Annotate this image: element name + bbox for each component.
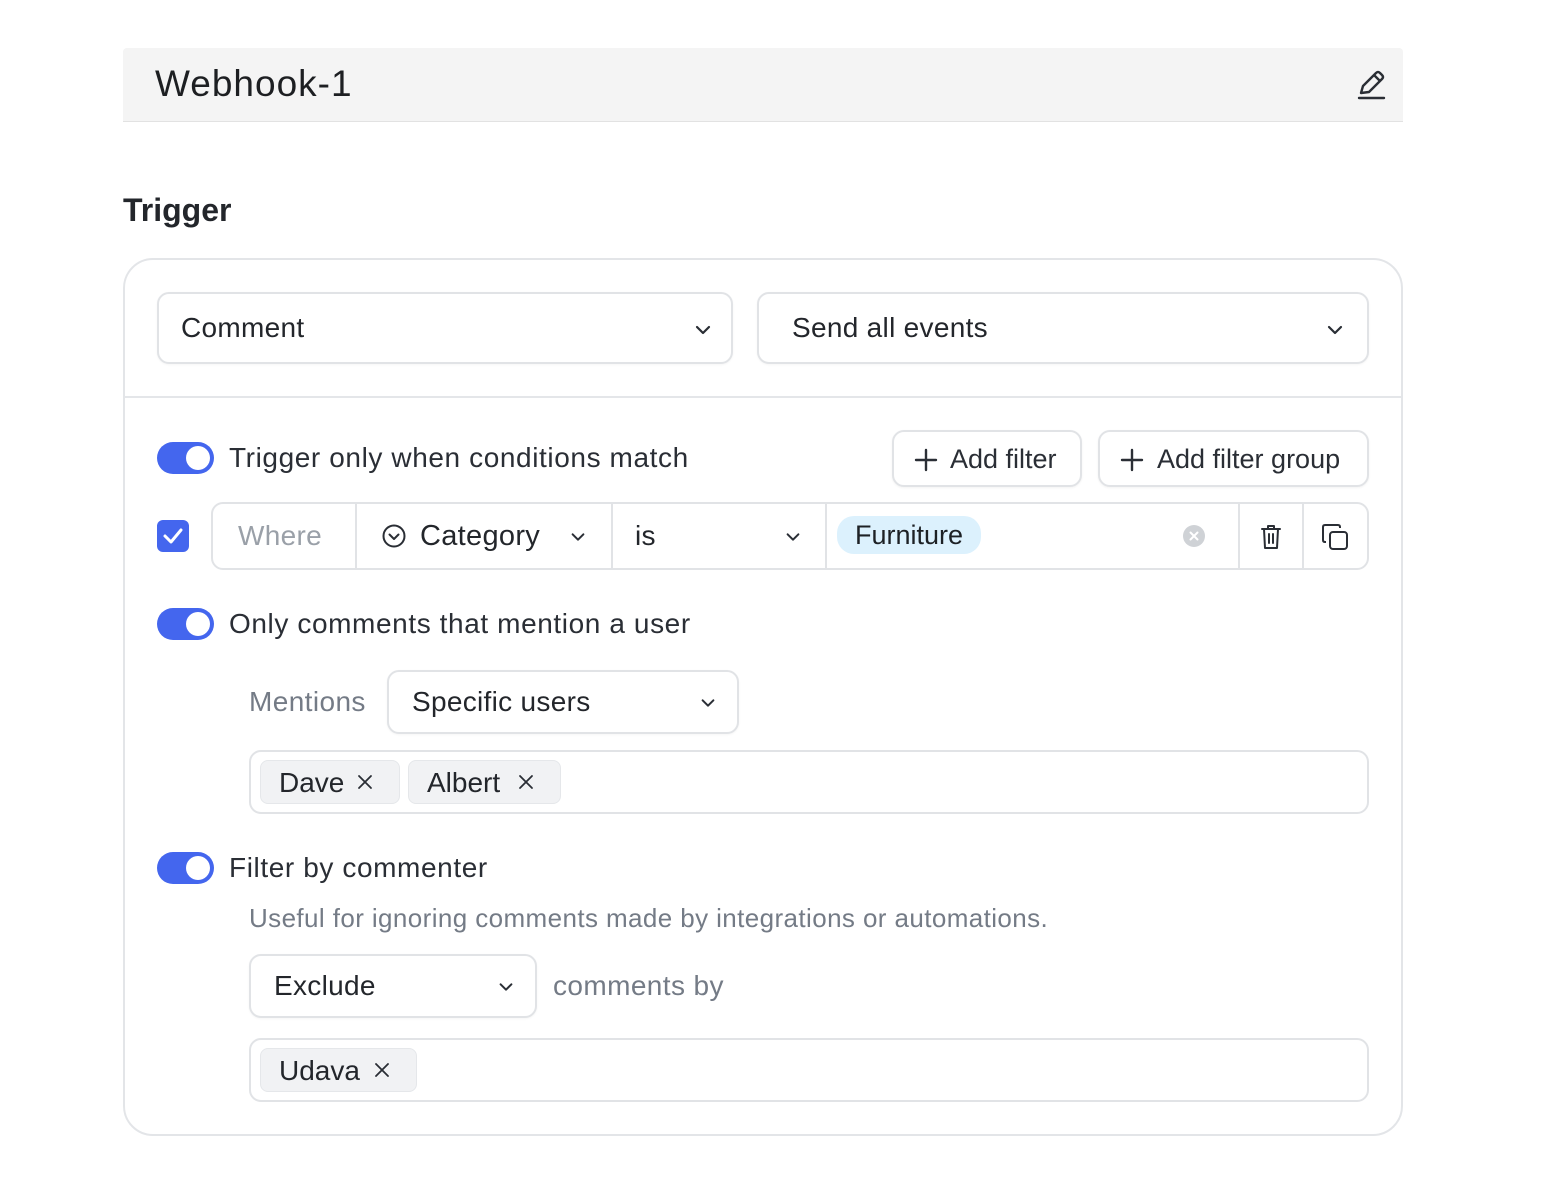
chevron-down-icon [695,325,711,335]
add-filter-label: Add filter [950,444,1057,474]
close-icon[interactable] [374,1062,390,1078]
user-tag-label: Dave [279,767,345,798]
event-scope-value: Send all events [792,312,988,343]
checkmark-icon [163,528,183,544]
row-separator [1302,504,1304,568]
filter-operator-value: is [635,520,656,551]
filter-value-field[interactable]: Furniture [827,504,1238,568]
chevron-down-icon [571,533,585,541]
comments-by-label: comments by [553,970,724,1001]
add-filter-button[interactable]: Add filter [892,430,1082,487]
row-separator [1238,504,1240,568]
user-tag: Dave [260,760,400,804]
chevron-down-icon [786,533,800,541]
mentioned-users-input[interactable]: Dave Albert [249,750,1369,814]
user-tag: Udava [260,1048,417,1092]
duplicate-icon[interactable] [1320,522,1350,552]
user-tag: Albert [408,760,561,804]
conditions-toggle-label: Trigger only when conditions match [229,442,689,473]
conditions-toggle[interactable] [157,442,214,474]
mentions-label: Mentions [249,686,366,717]
select-property-icon [382,524,406,548]
filter-operator-select[interactable]: is [613,504,825,568]
event-type-select[interactable]: Comment [157,292,733,364]
close-icon[interactable] [518,774,534,790]
chevron-down-icon [1327,325,1343,335]
commenter-mode-select[interactable]: Exclude [249,954,537,1018]
filter-condition-row: Where Category is Furniture [211,502,1369,570]
event-type-value: Comment [181,312,305,343]
filter-field-select[interactable]: Category [357,504,611,568]
commenter-description: Useful for ignoring comments made by int… [249,903,1049,933]
close-icon[interactable] [357,774,373,790]
webhook-title[interactable]: Webhook-1 [155,62,353,106]
mentions-select[interactable]: Specific users [387,670,739,734]
clear-value-icon[interactable] [1182,524,1206,548]
chevron-down-icon [701,699,715,707]
add-filter-group-label: Add filter group [1157,444,1341,474]
where-label: Where [238,520,322,551]
commenters-input[interactable]: Udava [249,1038,1369,1102]
section-heading-trigger: Trigger [123,192,232,228]
filter-field-value: Category [420,520,541,552]
mention-toggle-label: Only comments that mention a user [229,608,691,639]
commenter-toggle[interactable] [157,852,214,884]
mention-toggle[interactable] [157,608,214,640]
plus-icon [914,448,938,472]
event-scope-select[interactable]: Send all events [757,292,1369,364]
filter-value-tag: Furniture [837,516,982,554]
filter-enabled-checkbox[interactable] [157,520,189,552]
commenter-toggle-label: Filter by commenter [229,852,488,883]
trash-icon[interactable] [1258,523,1284,551]
commenter-mode-value: Exclude [274,970,376,1001]
mentions-select-value: Specific users [412,686,591,717]
edit-pencil-icon[interactable] [1353,67,1389,103]
user-tag-label: Albert [427,767,501,798]
add-filter-group-button[interactable]: Add filter group [1098,430,1369,487]
plus-icon [1120,448,1144,472]
card-divider [125,396,1401,398]
chevron-down-icon [499,983,513,991]
user-tag-label: Udava [279,1055,360,1086]
